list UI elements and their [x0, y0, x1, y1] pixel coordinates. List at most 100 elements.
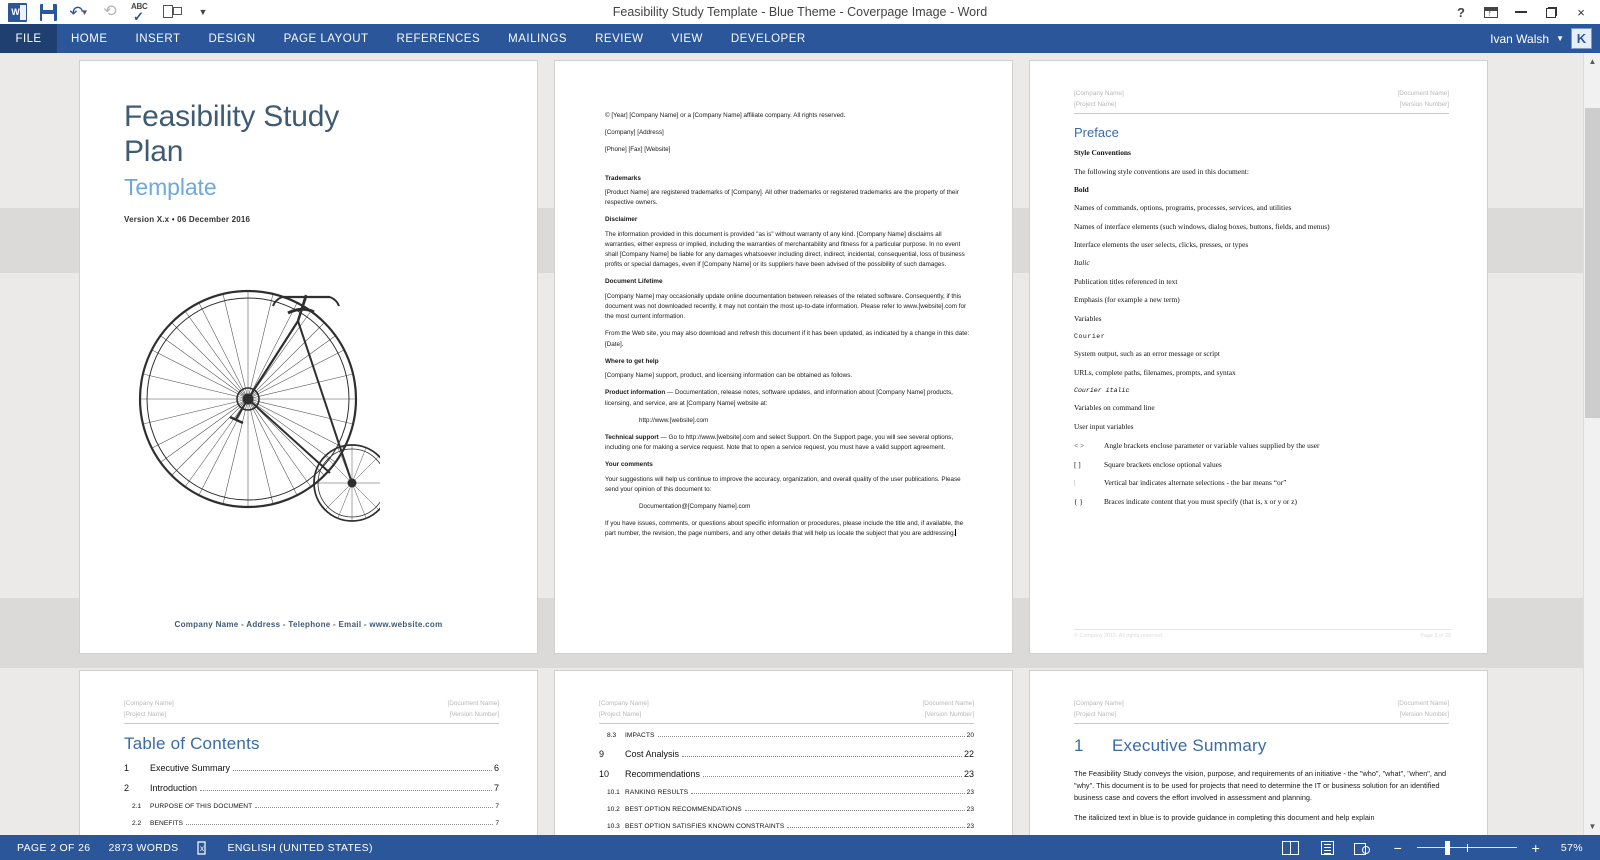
tab-review[interactable]: REVIEW [581, 24, 657, 53]
ribbon-tabs: HOME INSERT DESIGN PAGE LAYOUT REFERENCE… [57, 24, 820, 53]
toc-entry[interactable]: 10 Recommendations 23 [599, 769, 974, 779]
comments-tail-text: If you have issues, comments, or questio… [605, 520, 964, 538]
tab-references[interactable]: REFERENCES [383, 24, 495, 53]
toc-label: Introduction [150, 783, 198, 794]
symbol-glyph: { } [1074, 496, 1083, 506]
document-page-legal[interactable]: © [Year] [Company Name] or a [Company Na… [555, 61, 1012, 653]
document-canvas[interactable]: Feasibility Study Plan Template Version … [0, 53, 1600, 835]
zoom-slider[interactable] [1416, 840, 1517, 855]
window-controls: ? × [1446, 0, 1600, 24]
header-project-name: [Project Name] [1074, 710, 1117, 718]
scrollbar-thumb[interactable] [1585, 108, 1600, 418]
print-layout-button[interactable] [1310, 840, 1343, 855]
spelling-grammar-button[interactable]: ABC ✓ [130, 2, 152, 24]
legal-contact: [Phone] [Fax] [Website] [605, 146, 671, 154]
account-name[interactable]: Ivan Walsh [1490, 32, 1549, 46]
legal-company-address: [Company] [Address] [605, 129, 664, 137]
page-header-right: [Document Name] [Version Number] [1398, 89, 1450, 110]
word-logo-letter: W [11, 7, 19, 17]
trademarks-body: [Product Name] are registered trademarks… [605, 188, 959, 207]
toc-number: 8.3 [607, 732, 617, 740]
document-page-toc[interactable]: [Company Name] [Project Name] [Document … [80, 671, 537, 835]
toc-number: 10 [599, 769, 610, 780]
avatar[interactable]: K [1571, 28, 1592, 49]
toc-entry[interactable]: 10.1 Ranking Results 23 [599, 789, 974, 796]
tab-file[interactable]: FILE [0, 24, 57, 53]
tab-design[interactable]: DESIGN [194, 24, 269, 53]
toc-entry[interactable]: 2.1 Purpose of this document 7 [124, 803, 499, 810]
help-button[interactable]: ? [1446, 0, 1476, 24]
document-page-cover[interactable]: Feasibility Study Plan Template Version … [80, 61, 537, 653]
tab-home[interactable]: HOME [57, 24, 122, 53]
tab-view[interactable]: VIEW [657, 24, 716, 53]
language-indicator[interactable]: ENGLISH (UNITED STATES) [218, 842, 381, 854]
toc-entry[interactable]: 2 Introduction 7 [124, 783, 499, 793]
convention-item: Bold [1074, 184, 1089, 194]
chevron-down-icon[interactable]: ▼ [1556, 34, 1564, 43]
document-page-toc-continued[interactable]: [Company Name] [Project Name] [Document … [555, 671, 1012, 835]
where-to-get-help-body: [Company Name] support, product, and lic… [605, 372, 853, 380]
tab-insert[interactable]: INSERT [122, 24, 195, 53]
toc-entry[interactable]: 2.2 Benefits 7 [124, 820, 499, 827]
disclaimer-heading: Disclaimer [605, 216, 638, 224]
page-indicator[interactable]: PAGE 2 OF 26 [8, 842, 99, 854]
toc-label: Best Option Satisfies Known Constraints [625, 823, 785, 831]
close-button[interactable]: × [1566, 0, 1596, 24]
minimize-button[interactable] [1506, 0, 1536, 24]
vertical-scrollbar[interactable]: ▲ ▼ [1583, 53, 1600, 835]
cover-version: Version X.x • 06 December 2016 [124, 215, 251, 224]
symbol-row: [ ] Square brackets enclose optional val… [1074, 460, 1449, 469]
ribbon-display-options-button[interactable] [1476, 0, 1506, 24]
page-header-right: [Document Name] [Version Number] [923, 699, 975, 720]
scroll-down-button[interactable]: ▼ [1584, 818, 1600, 835]
word-logo-icon[interactable]: W [6, 2, 28, 22]
undo-dropdown-caret-icon[interactable]: ▼ [81, 8, 89, 17]
page-header-left: [Company Name] [Project Name] [1074, 699, 1124, 720]
header-project-name: [Project Name] [599, 710, 642, 718]
page-header-left: [Company Name] [Project Name] [599, 699, 649, 720]
page-header-left: [Company Name] [Project Name] [1074, 89, 1124, 110]
zoom-in-button[interactable]: + [1519, 841, 1553, 855]
scroll-up-button[interactable]: ▲ [1584, 53, 1600, 70]
proofing-status-button[interactable]: x [187, 840, 218, 855]
exec-summary-heading: 1 Executive Summary [1074, 736, 1449, 756]
cover-title-line1: Feasibility Study [124, 100, 340, 133]
toc-entry[interactable]: 10.2 Best Option Recommendations 23 [599, 806, 974, 813]
save-button[interactable] [37, 2, 59, 22]
toc-entry[interactable]: 8.3 Impacts 20 [599, 732, 974, 739]
document-page-preface[interactable]: [Company Name] [Project Name] [Document … [1030, 61, 1487, 653]
repeat-icon: ⟲ [103, 3, 117, 20]
read-mode-button[interactable] [1273, 840, 1308, 855]
restore-button[interactable] [1536, 0, 1566, 24]
tab-mailings[interactable]: MAILINGS [494, 24, 581, 53]
web-layout-button[interactable] [1345, 841, 1379, 855]
exec-summary-paragraph-2: The italicized text in blue is to provid… [1074, 812, 1375, 822]
toc-label: Impacts [625, 732, 655, 740]
cover-title: Feasibility Study Plan [124, 99, 501, 169]
document-lifetime-heading: Document Lifetime [605, 278, 663, 286]
page-footer: © Company 2016. All rights reserved. Pag… [1074, 629, 1451, 639]
tab-page-layout[interactable]: PAGE LAYOUT [270, 24, 383, 53]
comments-tail: If you have issues, comments, or questio… [605, 519, 970, 539]
zoom-out-button[interactable]: − [1381, 841, 1415, 855]
touch-mouse-mode-button[interactable] [161, 2, 183, 22]
document-page-executive-summary[interactable]: [Company Name] [Project Name] [Document … [1030, 671, 1487, 835]
svg-text:x: x [200, 844, 204, 853]
word-count[interactable]: 2873 WORDS [99, 842, 187, 854]
document-lifetime-body-2: From the Web site, you may also download… [605, 330, 970, 348]
tab-developer[interactable]: DEVELOPER [717, 24, 820, 53]
footer-copyright: © Company 2016. All rights reserved. [1074, 633, 1164, 639]
save-icon [39, 3, 57, 21]
repeat-button[interactable]: ⟲ [99, 2, 121, 22]
toc-entry[interactable]: 9 Cost Analysis 22 [599, 749, 974, 759]
toc-entry[interactable]: 10.3 Best Option Satisfies Known Constra… [599, 823, 974, 830]
toc-entry[interactable]: 1 Executive Summary 6 [124, 763, 499, 773]
convention-item: Variables [1074, 313, 1102, 323]
undo-button[interactable]: ↶ ▼ [68, 2, 90, 22]
toc-title: Table of Contents [124, 734, 260, 754]
header-document-name: [Document Name] [1397, 700, 1450, 707]
convention-item: System output, such as an error message … [1074, 349, 1220, 359]
customize-qat-button[interactable]: ▼ [192, 2, 214, 22]
zoom-slider-thumb[interactable] [1444, 840, 1450, 855]
zoom-level[interactable]: 57% [1555, 842, 1592, 854]
